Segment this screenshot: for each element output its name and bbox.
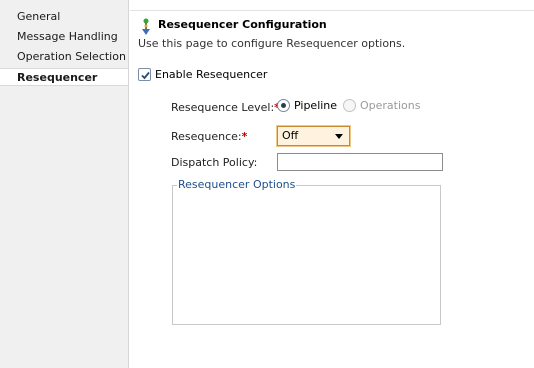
resequence-level-label: Resequence Level:* <box>171 101 280 114</box>
top-divider <box>130 10 534 11</box>
enable-resequencer-checkbox[interactable] <box>138 68 151 81</box>
dispatch-policy-label: Dispatch Policy: <box>171 156 258 169</box>
radio-operations <box>343 99 356 112</box>
required-marker: * <box>241 130 248 143</box>
sidebar-item-resequencer[interactable]: Resequencer <box>0 68 128 86</box>
checkmark-icon <box>141 71 150 80</box>
resequencer-options-group <box>172 185 441 325</box>
radio-pipeline[interactable] <box>277 99 290 112</box>
resequencer-options-legend: Resequencer Options <box>177 178 297 191</box>
sidebar-item-operation-selection[interactable]: Operation Selection <box>0 48 128 66</box>
radio-operations-label: Operations <box>360 99 421 112</box>
enable-resequencer-label: Enable Resequencer <box>155 68 268 81</box>
resequence-level-label-text: Resequence Level: <box>171 101 275 114</box>
resequence-select-value: Off <box>282 129 299 142</box>
resequence-select[interactable]: Off <box>277 126 350 146</box>
resequence-label-text: Resequence: <box>171 130 242 143</box>
page-title: Resequencer Configuration <box>158 18 327 31</box>
main-panel: Resequencer Configuration Use this page … <box>130 0 534 368</box>
sidebar-nav: General Message Handling Operation Selec… <box>0 0 129 368</box>
page-description: Use this page to configure Resequencer o… <box>138 37 406 50</box>
dispatch-policy-input[interactable] <box>277 153 443 171</box>
radio-pipeline-label: Pipeline <box>294 99 338 112</box>
sidebar-item-general[interactable]: General <box>0 8 128 26</box>
dropdown-arrow-icon <box>335 134 343 139</box>
resequencer-icon <box>141 18 151 36</box>
sidebar-item-message-handling[interactable]: Message Handling <box>0 28 128 46</box>
resequence-label: Resequence:* <box>171 130 247 143</box>
